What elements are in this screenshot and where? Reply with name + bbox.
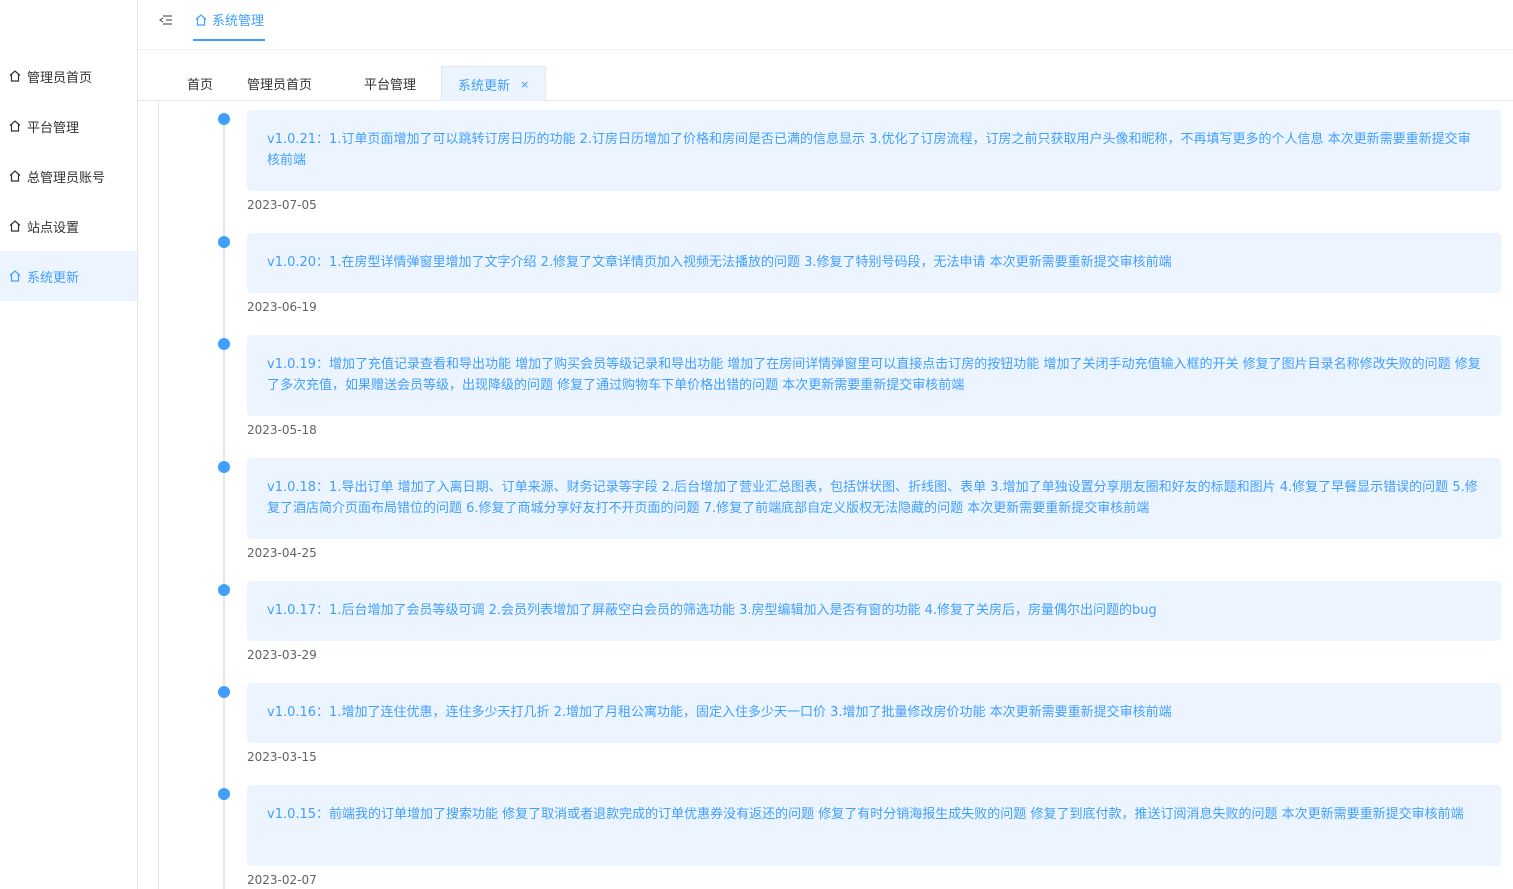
sidebar-item-platform[interactable]: 平台管理 [0, 101, 137, 151]
timeline-date: 2023-03-29 [247, 648, 317, 662]
timeline-card: v1.0.19：增加了充值记录查看和导出功能 增加了购买会员等级记录和导出功能 … [247, 335, 1501, 416]
timeline-card: v1.0.15：前端我的订单增加了搜索功能 修复了取消或者退款完成的订单优惠券没… [247, 785, 1501, 866]
sidebar-item-label: 总管理员账号 [27, 170, 106, 186]
sidebar-item-admin-home[interactable]: 管理员首页 [0, 51, 137, 101]
timeline-card: v1.0.21：1.订单页面增加了可以跳转订房日历的功能 2.订房日历增加了价格… [247, 110, 1501, 191]
tag-system-update[interactable]: 系统更新 × [441, 66, 547, 101]
sidebar-item-site-settings[interactable]: 站点设置 [0, 201, 137, 251]
timeline-card: v1.0.18：1.导出订单 增加了入离日期、订单来源、财务记录等字段 2.后台… [247, 458, 1501, 539]
home-icon [8, 119, 22, 133]
sidebar-item-label: 系统更新 [27, 270, 80, 286]
timeline-dot [218, 113, 230, 125]
tag-label: 首页 [187, 77, 214, 93]
timeline-container[interactable]: v1.0.21：1.订单页面增加了可以跳转订房日历的功能 2.订房日历增加了价格… [158, 101, 1513, 889]
sidebar: 管理员首页 平台管理 总管理员账号 站点设置 系统更新 [0, 0, 138, 889]
home-icon [194, 13, 208, 27]
home-icon [8, 269, 22, 283]
home-icon [8, 169, 22, 183]
timeline-date: 2023-05-18 [247, 423, 317, 437]
home-icon [8, 69, 22, 83]
tag-admin-home[interactable]: 管理员首页 [247, 66, 312, 100]
timeline-line [223, 119, 225, 889]
timeline-date: 2023-04-25 [247, 546, 317, 560]
timeline-card: v1.0.17：1.后台增加了会员等级可调 2.会员列表增加了屏蔽空白会员的筛选… [247, 581, 1501, 641]
timeline-dot [218, 788, 230, 800]
sidebar-item-label: 站点设置 [27, 220, 80, 236]
sidebar-item-super-admin[interactable]: 总管理员账号 [0, 151, 137, 201]
tab-label: 系统管理 [212, 14, 265, 29]
timeline-card: v1.0.20：1.在房型详情弹窗里增加了文字介绍 2.修复了文章详情页加入视频… [247, 233, 1501, 293]
timeline-date: 2023-07-05 [247, 198, 317, 212]
timeline-dot [218, 338, 230, 350]
timeline-date: 2023-03-15 [247, 750, 317, 764]
timeline-dot [218, 584, 230, 596]
topbar: 系统管理 [138, 0, 1513, 50]
sidebar-item-system-update[interactable]: 系统更新 [0, 251, 137, 301]
timeline-dot [218, 236, 230, 248]
close-icon[interactable]: × [520, 78, 529, 91]
timeline-dot [218, 686, 230, 698]
sidebar-item-label: 管理员首页 [27, 70, 93, 86]
home-icon [8, 219, 22, 233]
tag-platform[interactable]: 平台管理 [364, 66, 416, 100]
tag-home[interactable]: 首页 [187, 66, 213, 100]
tags-bar: 首页 管理员首页 平台管理 系统更新 × [138, 50, 1513, 101]
timeline-dot [218, 461, 230, 473]
timeline-date: 2023-06-19 [247, 300, 317, 314]
tag-label: 管理员首页 [247, 77, 313, 93]
tab-system-management[interactable]: 系统管理 [193, 0, 266, 41]
tag-label: 平台管理 [364, 77, 417, 93]
timeline-card: v1.0.16：1.增加了连住优惠，连住多少天打几折 2.增加了月租公寓功能，固… [247, 683, 1501, 743]
timeline-date: 2023-02-07 [247, 873, 317, 887]
tag-label: 系统更新 [458, 78, 511, 94]
sidebar-item-label: 平台管理 [27, 120, 80, 136]
collapse-menu-icon[interactable] [158, 12, 174, 28]
